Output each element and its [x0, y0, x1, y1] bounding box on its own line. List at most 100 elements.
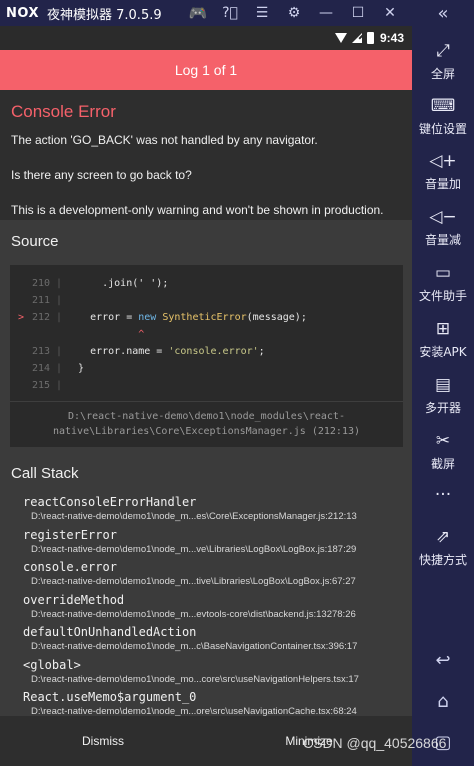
sidebar-item-label: 安装APK [419, 345, 467, 359]
code-token: 'console.error' [168, 346, 259, 357]
code-line: ^ [10, 326, 403, 343]
android-screen: 9:43 Log 1 of 1 Console Error The action… [0, 26, 412, 766]
stack-frame-function: reactConsoleErrorHandler [23, 495, 197, 509]
code-token: new [138, 312, 157, 323]
sidebar-item-volume-down[interactable]: ◁− 音量减 [412, 206, 474, 248]
sidebar-item-label: 键位设置 [418, 122, 467, 136]
sidebar-item-screenshot[interactable]: ✂ 截屏 [412, 430, 474, 472]
code-line-number: 210 [31, 278, 50, 289]
code-line: 214 | } [10, 360, 403, 377]
source-code-frame[interactable]: 210 | .join(' '); 211 | >212 | error = new Sy… [10, 265, 403, 447]
stack-frame[interactable]: overrideMethod D:\react-native-demo\demo… [23, 593, 403, 620]
code-token: SyntheticError [162, 312, 247, 323]
sidebar-item-volume-up[interactable]: ◁+ 音量加 [412, 150, 474, 192]
stack-frame-path: D:\react-native-demo\demo1\node_m...evto… [31, 609, 356, 620]
sidebar-item-label: 文件助手 [418, 289, 467, 303]
sidebar-item-label: 截屏 [430, 457, 455, 471]
source-file-path-line: D:\react-native-demo\demo1\node_modules\… [68, 411, 345, 422]
code-line-marker: > [17, 312, 24, 323]
battery-icon [366, 32, 374, 44]
sidebar-item-multi-instance[interactable]: ▤ 多开器 [412, 374, 474, 416]
call-stack-title: Call Stack [11, 465, 79, 482]
gutter-bar: | [56, 380, 63, 391]
logbox-header: Log 1 of 1 [0, 50, 412, 90]
title-bar-controls: 🎮 ?⃝ ☰ ⚙ — ☐ ✕ [182, 0, 406, 26]
stack-frame-function: console.error [23, 560, 117, 574]
emulator-sidebar: « ⤢ 全屏 ⌨ 键位设置 ◁+ 音量加 ◁− 音量减 ▭ 文件助手 ⊞ 安装A… [412, 0, 474, 766]
dismiss-button[interactable]: Dismiss [0, 716, 206, 766]
gamepad-icon[interactable]: 🎮 [182, 0, 214, 26]
sidebar-item-fullscreen[interactable]: ⤢ 全屏 [412, 40, 474, 82]
nox-logo: NOX [6, 5, 39, 21]
code-line: >212 | error = new SyntheticError(message… [10, 309, 403, 326]
code-line-text: } [66, 363, 84, 374]
keyboard-icon: ⌨ [430, 96, 456, 116]
stack-frame[interactable]: <global> D:\react-native-demo\demo1\node… [23, 658, 403, 685]
code-token: ; [258, 346, 265, 357]
sidebar-item-label: 音量加 [424, 177, 461, 191]
code-line-text: .join(' '); [66, 278, 168, 289]
help-icon[interactable]: ?⃝ [214, 0, 246, 26]
back-icon[interactable]: ↩ [412, 650, 474, 671]
sidebar-item-more[interactable]: ··· [412, 484, 474, 506]
code-token: error.name = [66, 346, 169, 357]
signal-icon [351, 33, 362, 43]
code-token: error = [66, 312, 139, 323]
multi-instance-icon: ▤ [434, 375, 452, 395]
code-line-text: ^ [66, 329, 144, 340]
sidebar-item-keymapping[interactable]: ⌨ 键位设置 [412, 95, 474, 137]
code-line-number: 215 [31, 380, 50, 391]
install-apk-icon: ⊞ [435, 319, 451, 339]
wifi-icon [334, 33, 347, 43]
status-bar: 9:43 [0, 26, 412, 50]
screenshot-icon: ✂ [435, 431, 451, 451]
error-message-line: The action 'GO_BACK' was not handled by … [11, 133, 318, 147]
stack-frame-function: defaultOnUnhandledAction [23, 625, 197, 639]
code-line-text: error.name = 'console.error'; [66, 346, 265, 357]
sidebar-item-label: 音量减 [424, 233, 461, 247]
code-line: 213 | error.name = 'console.error'; [10, 343, 403, 360]
stack-frame[interactable]: React.useMemo$argument_0 D:\react-native… [23, 690, 403, 717]
menu-icon[interactable]: ☰ [246, 0, 278, 26]
maximize-icon[interactable]: ☐ [342, 0, 374, 26]
sidebar-item-label: 快捷方式 [418, 553, 467, 567]
home-icon[interactable]: ⌂ [412, 691, 474, 712]
sidebar-item-install-apk[interactable]: ⊞ 安装APK [412, 318, 474, 360]
stack-frame-path: D:\react-native-demo\demo1\node_m...ve\L… [31, 544, 357, 555]
close-icon[interactable]: ✕ [374, 0, 406, 26]
code-token: ^ [66, 329, 145, 340]
app-title: 夜神模拟器 7.0.5.9 [47, 7, 162, 23]
gutter-bar: | [56, 346, 63, 357]
emulator-title-bar: NOX 夜神模拟器 7.0.5.9 🎮 ?⃝ ☰ ⚙ — ☐ ✕ [0, 0, 412, 26]
sidebar-item-label: 多开器 [424, 401, 461, 415]
source-section-title: Source [11, 233, 59, 250]
double-chevron-left-icon[interactable]: « [412, 0, 474, 26]
stack-frame[interactable]: defaultOnUnhandledAction D:\react-native… [23, 625, 403, 652]
code-token: (message); [246, 312, 307, 323]
sidebar-item-shortcut[interactable]: ⇗ 快捷方式 [412, 526, 474, 568]
stack-frame[interactable]: registerError D:\react-native-demo\demo1… [23, 528, 403, 555]
error-message-line: This is a development-only warning and w… [11, 203, 384, 217]
code-line-number: 212 [31, 312, 50, 323]
code-token: .join(' '); [66, 278, 169, 289]
volume-up-icon: ◁+ [429, 151, 457, 171]
status-time: 9:43 [379, 31, 404, 45]
minimize-icon[interactable]: — [310, 0, 342, 26]
sidebar-item-label: 全屏 [430, 67, 455, 81]
more-icon: ··· [434, 485, 452, 505]
stack-frame-function: React.useMemo$argument_0 [23, 690, 197, 704]
stack-frame[interactable]: reactConsoleErrorHandler D:\react-native… [23, 495, 403, 522]
stack-frame[interactable]: console.error D:\react-native-demo\demo1… [23, 560, 403, 587]
code-line-number: 211 [31, 295, 50, 306]
source-file-path-line: native\Libraries\Core\ExceptionsManager.… [52, 426, 361, 437]
watermark: CSDN @qq_40526866 [303, 735, 447, 751]
settings-icon[interactable]: ⚙ [278, 0, 310, 26]
volume-down-icon: ◁− [429, 207, 457, 227]
stack-frame-path: D:\react-native-demo\demo1\node_mo...cor… [31, 674, 359, 685]
stack-frame-path: D:\react-native-demo\demo1\node_m...tive… [31, 576, 356, 587]
gutter-bar: | [56, 278, 63, 289]
code-lines: 210 | .join(' '); 211 | >212 | error = new Sy… [10, 265, 403, 394]
code-line: 215 | [10, 377, 403, 394]
sidebar-item-file-helper[interactable]: ▭ 文件助手 [412, 262, 474, 304]
code-line-number: 214 [31, 363, 50, 374]
